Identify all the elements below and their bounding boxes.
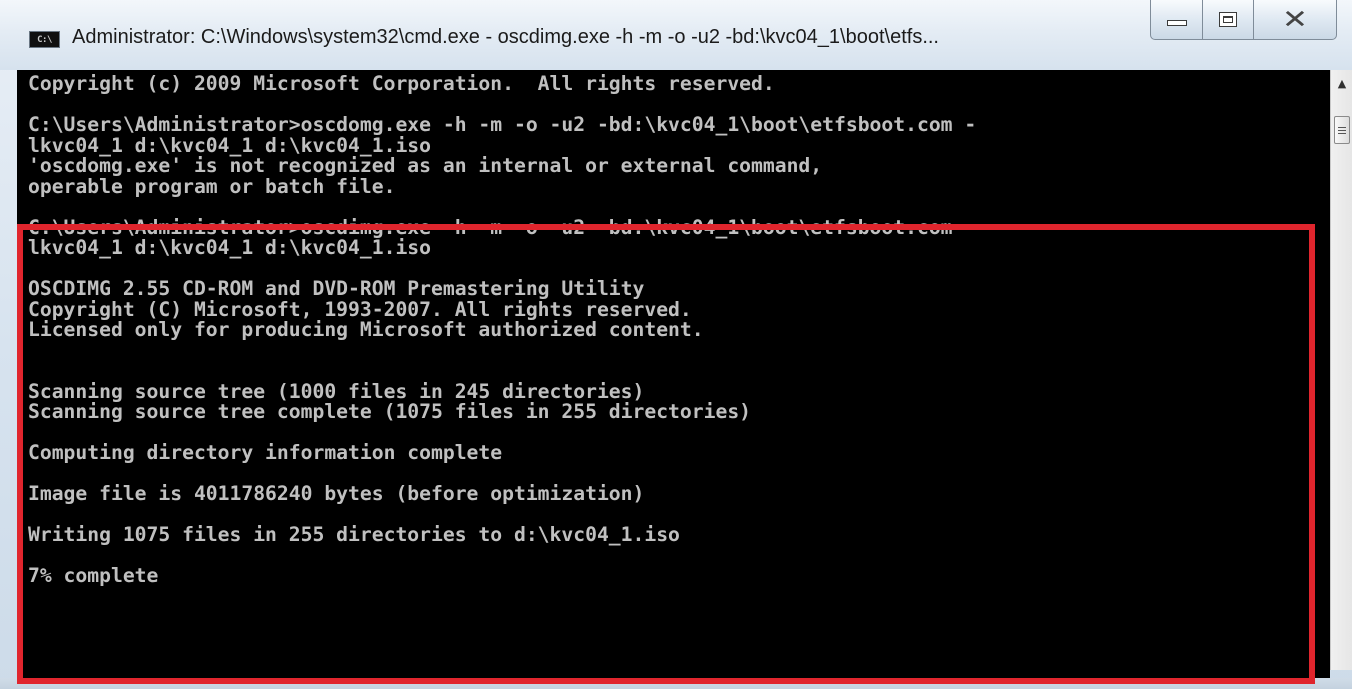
title-bar[interactable]: C:\ Administrator: C:\Windows\system32\c… — [0, 0, 1352, 70]
window-title: Administrator: C:\Windows\system32\cmd.e… — [72, 26, 939, 48]
console-line: lkvc04_1 d:\kvc04_1 d:\kvc04_1.iso — [28, 133, 431, 157]
minimize-icon — [1166, 19, 1187, 26]
cmd-console-icon[interactable]: C:\ — [29, 31, 60, 48]
console-output[interactable]: Copyright (c) 2009 Microsoft Corporation… — [17, 70, 1330, 678]
console-line: 'oscdomg.exe' is not recognized as an in… — [28, 154, 823, 177]
console-line: operable program or batch file. — [28, 174, 396, 198]
console-line: 7% complete — [28, 564, 159, 587]
cmd-icon-label: C:\ — [37, 34, 52, 45]
console-line: C:\Users\Administrator>oscdimg.exe -h -m… — [28, 215, 977, 239]
console-line: lkvc04_1 d:\kvc04_1 d:\kvc04_1.iso — [28, 236, 431, 259]
console-line: Writing 1075 files in 255 directories to… — [28, 523, 680, 546]
scroll-thumb[interactable] — [1334, 116, 1350, 144]
maximize-icon — [1219, 12, 1237, 27]
close-icon: ✕ — [1281, 4, 1309, 35]
console-line: Copyright (C) Microsoft, 1993-2007. All … — [28, 297, 692, 321]
console-line: Licensed only for producing Microsoft au… — [28, 318, 704, 341]
console-line: Copyright (c) 2009 Microsoft Corporation… — [28, 72, 775, 95]
console-text: Copyright (c) 2009 Microsoft Corporation… — [28, 72, 1318, 587]
vertical-scrollbar[interactable]: ▲ — [1330, 70, 1352, 670]
cmd-window: C:\ Administrator: C:\Windows\system32\c… — [0, 0, 1352, 689]
minimize-button[interactable] — [1150, 0, 1203, 40]
close-button[interactable]: ✕ — [1253, 0, 1337, 40]
console-line: Computing directory information complete — [28, 441, 503, 464]
console-line: OSCDIMG 2.55 CD-ROM and DVD-ROM Premaste… — [28, 277, 645, 300]
window-bottom-border — [0, 678, 1352, 689]
console-line: C:\Users\Administrator>oscdomg.exe -h -m… — [28, 113, 977, 136]
console-line: Image file is 4011786240 bytes (before o… — [28, 482, 645, 505]
console-line: Scanning source tree complete (1075 file… — [28, 400, 752, 423]
maximize-button[interactable] — [1202, 0, 1254, 40]
console-line: Scanning source tree (1000 files in 245 … — [28, 379, 645, 403]
scroll-up-arrow-icon[interactable]: ▲ — [1333, 74, 1351, 92]
